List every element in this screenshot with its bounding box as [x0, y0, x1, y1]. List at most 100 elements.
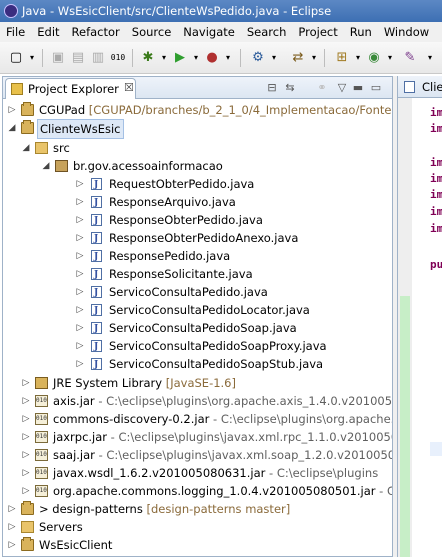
code-line[interactable]: im	[430, 188, 442, 201]
expand-arrow-icon[interactable]: ▷	[75, 301, 85, 319]
expand-arrow-icon[interactable]: ▷	[7, 500, 17, 518]
code-line[interactable]: pu	[430, 258, 442, 271]
link-with-editor-icon[interactable]: ⇆	[283, 81, 297, 95]
tree-item-clientewsesic[interactable]: ◢ ClienteWsEsic	[3, 119, 392, 139]
tree-item-java-file[interactable]: ▷ ServicoConsultaPedidoSoapProxy.java	[3, 337, 392, 356]
maximize-icon[interactable]: ▭	[369, 81, 383, 95]
open-type-dropdown-icon[interactable]: ▾	[266, 50, 282, 66]
tree-item-servers[interactable]: ▷ Servers	[3, 518, 392, 536]
menu-source[interactable]: Source	[126, 22, 178, 42]
collapse-all-icon[interactable]: ⊟	[265, 81, 279, 95]
run-icon[interactable]: ▶	[172, 50, 188, 66]
collapse-arrow-icon[interactable]: ◢	[7, 119, 17, 137]
expand-arrow-icon[interactable]: ▷	[21, 428, 31, 446]
tree-item-jar[interactable]: ▷ commons-discovery-0.2.jar - C:\eclipse\…	[3, 410, 392, 428]
new-project-dropdown-icon[interactable]: ▾	[350, 50, 366, 66]
debug-dropdown-icon[interactable]: ▾	[156, 50, 172, 66]
search-icon[interactable]: ⇄	[290, 50, 306, 66]
expand-arrow-icon[interactable]: ▷	[75, 175, 85, 193]
expand-arrow-icon[interactable]: ▷	[21, 482, 31, 500]
tab-project-explorer[interactable]: Project Explorer ☒	[5, 78, 136, 99]
tree-item-src[interactable]: ◢ src	[3, 139, 392, 157]
binary-icon[interactable]: 010	[110, 50, 126, 66]
tree-item-jar[interactable]: ▷ saaj.jar - C:\eclipse\plugins\javax.xml…	[3, 446, 392, 464]
code-line[interactable]: im	[430, 156, 442, 169]
run-dropdown-icon[interactable]: ▾	[188, 50, 204, 66]
menu-search[interactable]: Search	[241, 22, 293, 42]
tree-item-java-file[interactable]: ▷ ResponseSolicitante.java	[3, 265, 392, 284]
open-task-icon[interactable]: ✎	[402, 50, 418, 66]
expand-arrow-icon[interactable]: ▷	[75, 283, 85, 301]
expand-arrow-icon[interactable]: ▷	[75, 193, 85, 211]
code-line[interactable]: im	[430, 222, 442, 235]
new-icon[interactable]: ▢	[8, 50, 24, 66]
expand-arrow-icon[interactable]: ▷	[75, 247, 85, 265]
expand-arrow-icon[interactable]: ▷	[21, 410, 31, 428]
menu-run[interactable]: Run	[344, 22, 378, 42]
tree-item-jar[interactable]: ▷ axis.jar - C:\eclipse\plugins\org.apach…	[3, 392, 392, 410]
new-dropdown-icon[interactable]: ▾	[24, 50, 40, 66]
search-dropdown-icon[interactable]: ▾	[306, 50, 322, 66]
menu-window[interactable]: Window	[378, 22, 435, 42]
new-class-dropdown-icon[interactable]: ▾	[382, 50, 398, 66]
expand-arrow-icon[interactable]: ▷	[75, 337, 85, 355]
tree-item-wsesicclient[interactable]: ▷ WsEsicClient	[3, 536, 392, 554]
code-line[interactable]: im	[430, 106, 442, 119]
close-icon[interactable]: ☒	[124, 81, 134, 94]
menu-refactor[interactable]: Refactor	[66, 22, 126, 42]
collapse-arrow-icon[interactable]: ◢	[41, 157, 51, 175]
tree-item-java-file[interactable]: ▷ ResponseArquivo.java	[3, 193, 392, 212]
menu-edit[interactable]: Edit	[31, 22, 65, 42]
tree-item-jar[interactable]: ▷ javax.wsdl_1.6.2.v201005080631.jar - C:…	[3, 464, 392, 482]
expand-arrow-icon[interactable]: ▷	[21, 392, 31, 410]
tree-item-jre-library[interactable]: ▷ JRE System Library [JavaSE-1.6]	[3, 374, 392, 392]
new-class-icon[interactable]: ◉	[366, 50, 382, 66]
menu-help[interactable]: H	[435, 22, 442, 42]
expand-arrow-icon[interactable]: ▷	[21, 446, 31, 464]
sync-icon[interactable]: ⚭	[315, 81, 329, 95]
tree-item-java-file[interactable]: ▷ ServicoConsultaPedidoSoap.java	[3, 319, 392, 338]
tree-item-java-file[interactable]: ▷ ServicoConsultaPedidoSoapStub.java	[3, 355, 392, 374]
expand-arrow-icon[interactable]: ▷	[21, 374, 31, 392]
menu-navigate[interactable]: Navigate	[177, 22, 241, 42]
save-icon[interactable]: ▣	[50, 50, 66, 66]
expand-arrow-icon[interactable]: ▷	[7, 536, 17, 554]
tree-item-java-file[interactable]: ▷ ServicoConsultaPedido.java	[3, 283, 392, 302]
print-icon[interactable]: ▥	[90, 50, 106, 66]
tree-item-java-file[interactable]: ▷ RequestObterPedido.java	[3, 175, 392, 194]
debug-icon[interactable]: ✱	[140, 50, 156, 66]
menu-file[interactable]: File	[0, 22, 31, 42]
expand-arrow-icon[interactable]: ▷	[75, 319, 85, 337]
external-tools-dropdown-icon[interactable]: ▾	[220, 50, 236, 66]
expand-arrow-icon[interactable]: ▷	[7, 101, 17, 119]
expand-arrow-icon[interactable]: ▷	[75, 211, 85, 229]
tab-editor[interactable]: Clien	[398, 76, 442, 98]
tree-item-java-file[interactable]: ▷ ResponseObterPedido.java	[3, 211, 392, 230]
new-java-project-icon[interactable]: ⊞	[334, 50, 350, 66]
tree-item-jar[interactable]: ▷ jaxrpc.jar - C:\eclipse\plugins\javax.x…	[3, 428, 392, 446]
collapse-arrow-icon[interactable]: ◢	[21, 139, 31, 157]
code-line[interactable]: im	[430, 122, 442, 135]
expand-arrow-icon[interactable]: ▷	[7, 518, 17, 536]
save-all-icon[interactable]: ▤	[70, 50, 86, 66]
code-line[interactable]: im	[430, 205, 442, 218]
open-task-dropdown-icon[interactable]: ▾	[422, 50, 438, 66]
tree-item-design-patterns[interactable]: ▷ > design-patterns [design-patterns mas…	[3, 500, 392, 518]
tree-item-package[interactable]: ◢ br.gov.acessoainformacao	[3, 157, 392, 175]
expand-arrow-icon[interactable]: ▷	[21, 464, 31, 482]
minimize-icon[interactable]: ▬	[351, 81, 365, 95]
menu-project[interactable]: Project	[292, 22, 343, 42]
java-file-icon	[91, 176, 102, 194]
tree-item-cgupad[interactable]: ▷ CGUPad [CGUPAD/branches/b_2_1_0/4_Impl…	[3, 101, 392, 119]
tree-item-java-file[interactable]: ▷ ResponsePedido.java	[3, 247, 392, 266]
code-line[interactable]: im	[430, 172, 442, 185]
tree-item-java-file[interactable]: ▷ ResponseObterPedidoAnexo.java	[3, 229, 392, 248]
external-tools-icon[interactable]: ●	[204, 50, 220, 66]
tree-item-java-file[interactable]: ▷ ServicoConsultaPedidoLocator.java	[3, 301, 392, 320]
open-type-icon[interactable]: ⚙	[250, 50, 266, 66]
view-menu-icon[interactable]: ▽	[335, 81, 349, 95]
tree-item-jar[interactable]: ▷ org.apache.commons.logging_1.0.4.v20100…	[3, 482, 392, 500]
expand-arrow-icon[interactable]: ▷	[75, 355, 85, 373]
expand-arrow-icon[interactable]: ▷	[75, 265, 85, 283]
expand-arrow-icon[interactable]: ▷	[75, 229, 85, 247]
